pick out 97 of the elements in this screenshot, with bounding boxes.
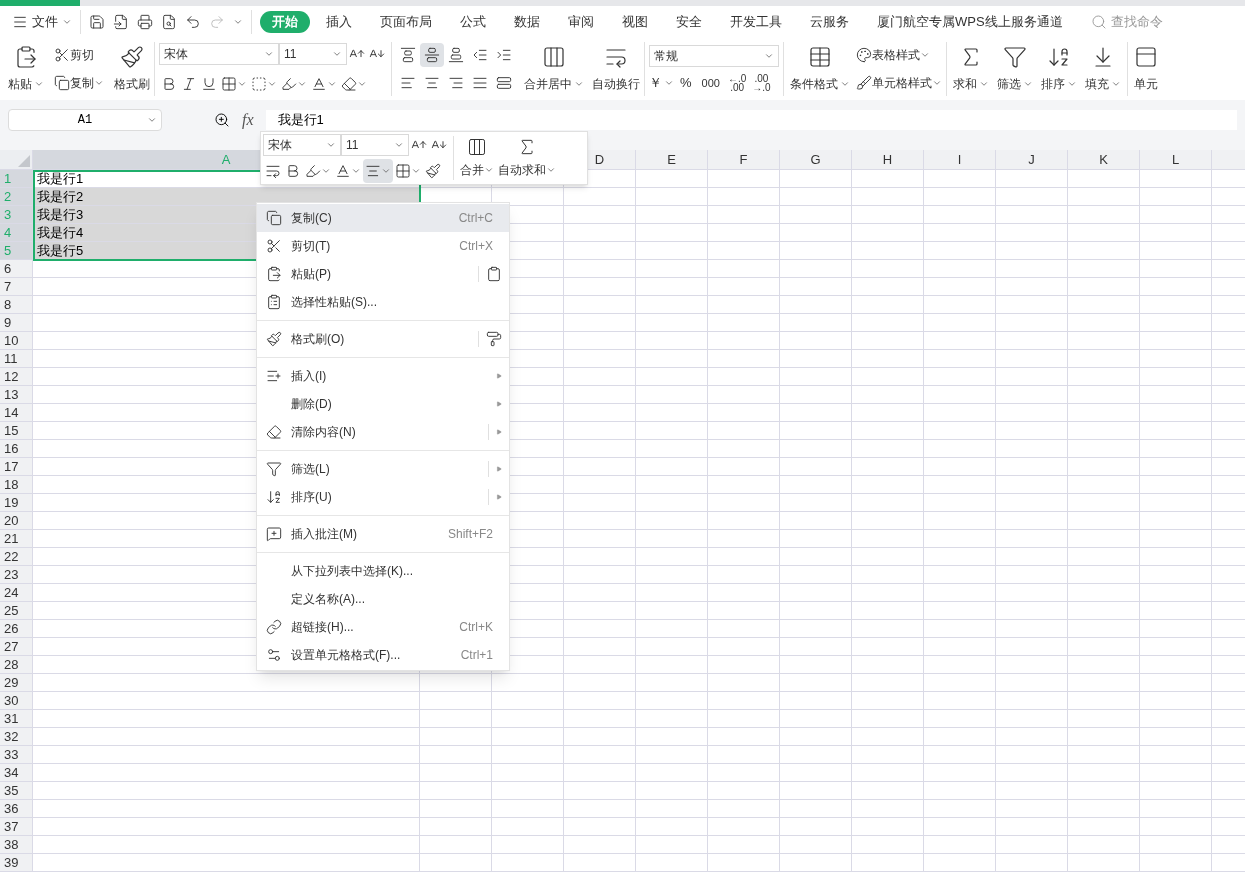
menu-item[interactable]: 定义名称(A)... <box>257 585 509 613</box>
row-header[interactable]: 36 <box>0 800 33 818</box>
menu-item[interactable]: 排序(U) <box>257 483 509 511</box>
row-header[interactable]: 6 <box>0 260 33 278</box>
column-header[interactable]: H <box>852 150 924 170</box>
font-size-select[interactable]: 11 <box>279 43 347 65</box>
formula-field[interactable]: 我是行1 <box>265 110 1237 130</box>
row-header[interactable]: 29 <box>0 674 33 692</box>
row-header[interactable]: 35 <box>0 782 33 800</box>
row-header[interactable]: 39 <box>0 854 33 872</box>
row-header[interactable]: 21 <box>0 530 33 548</box>
menu-item[interactable]: 复制(C) Ctrl+C <box>257 204 509 232</box>
menu-item[interactable]: 插入(I) <box>257 362 509 390</box>
row-header[interactable]: 20 <box>0 512 33 530</box>
row-header[interactable]: 19 <box>0 494 33 512</box>
menu-item[interactable]: 清除内容(N) <box>257 418 509 446</box>
row-header[interactable]: 25 <box>0 602 33 620</box>
column-header[interactable]: I <box>924 150 996 170</box>
menu-item[interactable]: 从下拉列表中选择(K)... <box>257 557 509 585</box>
row-header[interactable]: 8 <box>0 296 33 314</box>
ribbon-tab[interactable]: 插入 <box>314 11 364 33</box>
ribbon-tab[interactable]: 云服务 <box>798 11 861 33</box>
ribbon-tab[interactable]: 安全 <box>664 11 714 33</box>
row-header[interactable]: 7 <box>0 278 33 296</box>
column-header[interactable]: K <box>1068 150 1140 170</box>
file-menu[interactable]: 文件 <box>12 12 80 32</box>
cell-button[interactable]: 单元 <box>1130 41 1162 97</box>
table-style-button[interactable]: 表格样式 <box>854 43 944 67</box>
row-header[interactable]: 28 <box>0 656 33 674</box>
row-header[interactable]: 23 <box>0 566 33 584</box>
column-header[interactable]: L <box>1140 150 1212 170</box>
row-header[interactable]: 27 <box>0 638 33 656</box>
row-header[interactable]: 26 <box>0 620 33 638</box>
row-header[interactable]: 32 <box>0 728 33 746</box>
row-header[interactable]: 24 <box>0 584 33 602</box>
row-header[interactable]: 15 <box>0 422 33 440</box>
row-header[interactable]: 37 <box>0 818 33 836</box>
increase-decimal-button[interactable]: ←.0 .00 <box>725 74 749 92</box>
font-select[interactable]: 宋体 <box>159 43 279 65</box>
decrease-decimal-button[interactable]: .00 →.0 <box>750 74 773 92</box>
row-header[interactable]: 34 <box>0 764 33 782</box>
autosum-button[interactable]: 自动求和 <box>496 137 558 179</box>
row-header[interactable]: 31 <box>0 710 33 728</box>
row-header[interactable]: 16 <box>0 440 33 458</box>
sum-button[interactable]: 求和 <box>949 41 993 97</box>
cut-button[interactable]: 剪切 <box>52 43 106 67</box>
percent-button[interactable]: % <box>676 73 696 93</box>
column-header[interactable]: E <box>636 150 708 170</box>
name-box[interactable]: A1 <box>8 109 162 131</box>
conditional-format-button[interactable]: 条件格式 <box>786 41 854 97</box>
row-header[interactable]: 9 <box>0 314 33 332</box>
row-header[interactable]: 22 <box>0 548 33 566</box>
column-header[interactable]: F <box>708 150 780 170</box>
row-header[interactable]: 11 <box>0 350 33 368</box>
column-header[interactable]: J <box>996 150 1068 170</box>
menu-item[interactable]: 超链接(H)... Ctrl+K <box>257 613 509 641</box>
table-cell: 我是行2 <box>33 188 420 206</box>
row-header[interactable]: 38 <box>0 836 33 854</box>
font-select[interactable]: 宋体 <box>263 134 341 156</box>
row-header[interactable]: 17 <box>0 458 33 476</box>
cell-style-button[interactable]: 单元格样式 <box>854 71 944 95</box>
menu-item[interactable]: 筛选(L) <box>257 455 509 483</box>
menu-item[interactable]: 设置单元格格式(F)... Ctrl+1 <box>257 641 509 669</box>
menu-item[interactable]: 粘贴(P) <box>257 260 509 288</box>
thousands-button[interactable]: 000 <box>697 74 724 92</box>
copy-button[interactable]: 复制 <box>52 71 106 95</box>
fill-button[interactable]: 填充 <box>1081 41 1125 97</box>
row-header[interactable]: 10 <box>0 332 33 350</box>
row-header[interactable]: 18 <box>0 476 33 494</box>
merge-button[interactable]: 合并 <box>458 137 496 179</box>
filter-button[interactable]: 筛选 <box>993 41 1037 97</box>
format-painter-button[interactable]: 格式刷 <box>110 41 154 97</box>
row-header[interactable]: 12 <box>0 368 33 386</box>
row-header[interactable]: 30 <box>0 692 33 710</box>
menu-item[interactable]: 插入批注(M) Shift+F2 <box>257 520 509 548</box>
sort-button[interactable]: 排序 <box>1037 41 1081 97</box>
ribbon-tab[interactable]: 视图 <box>610 11 660 33</box>
ribbon-tab[interactable]: 厦门航空专属WPS线上服务通道 <box>865 11 1075 33</box>
font-size-select[interactable]: 11 <box>341 134 409 156</box>
column-header[interactable]: G <box>780 150 852 170</box>
currency-button[interactable]: ￥ <box>649 73 674 93</box>
ribbon-tab[interactable]: 审阅 <box>556 11 606 33</box>
function-label[interactable]: fx <box>242 108 254 132</box>
paste-button[interactable]: 粘贴 <box>4 41 48 97</box>
menu-item[interactable]: 格式刷(O) <box>257 325 509 353</box>
number-format-select[interactable]: 常规 <box>649 45 779 68</box>
menu-item[interactable]: 选择性粘贴(S)... <box>257 288 509 316</box>
wrap-text-button[interactable]: 自动换行 <box>588 41 644 97</box>
ribbon-tab[interactable]: 页面布局 <box>368 11 444 33</box>
menu-item[interactable]: 删除(D) <box>257 390 509 418</box>
ribbon-tab[interactable]: 开发工具 <box>718 11 794 33</box>
row-header[interactable]: 14 <box>0 404 33 422</box>
ribbon-tab[interactable]: 公式 <box>448 11 498 33</box>
ribbon-tab[interactable]: 数据 <box>502 11 552 33</box>
merge-center-button[interactable]: 合并居中 <box>520 41 588 97</box>
row-header[interactable]: 33 <box>0 746 33 764</box>
row-header[interactable]: 13 <box>0 386 33 404</box>
